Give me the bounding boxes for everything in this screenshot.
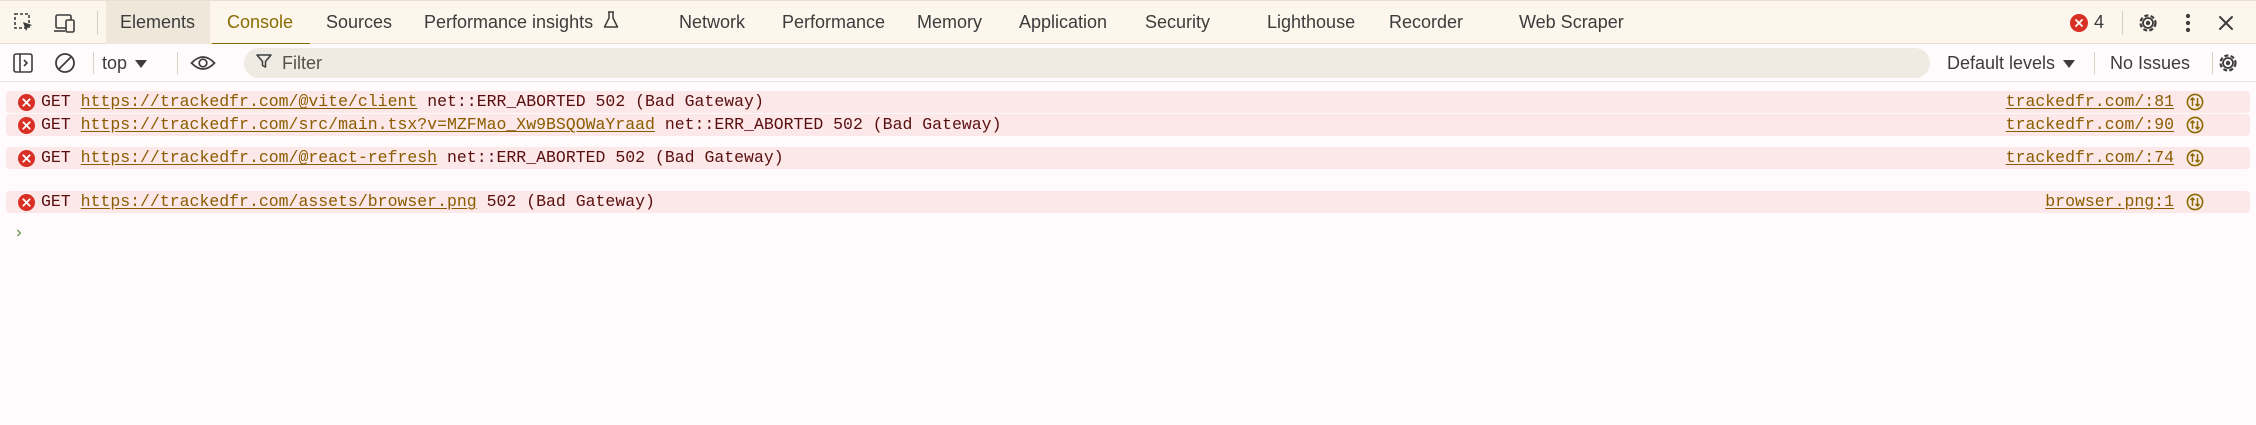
filter-box	[244, 48, 1930, 78]
network-request-icon[interactable]	[2186, 116, 2204, 139]
prompt-chevron-icon: ›	[14, 224, 24, 242]
close-icon[interactable]	[2212, 9, 2240, 37]
tab-label: Lighthouse	[1267, 12, 1356, 32]
request-method: GET	[41, 115, 71, 134]
console-error-message: GET https://trackedfr.com/@vite/client n…	[6, 91, 2250, 113]
request-method: GET	[41, 192, 71, 211]
dropdown-arrow-icon	[2063, 53, 2076, 74]
console-toolbar: top Default levels No Issues	[0, 44, 2256, 82]
tab-performance-insights[interactable]: Performance insights	[424, 1, 619, 44]
console-settings-gear-icon[interactable]	[2214, 49, 2242, 77]
tab-label: Performance insights	[424, 12, 594, 32]
tab-label: Sources	[326, 12, 393, 32]
request-method: GET	[41, 148, 71, 167]
tab-memory[interactable]: Memory	[917, 1, 982, 44]
issues-button[interactable]: No Issues	[2110, 44, 2190, 82]
console-error-message: GET https://trackedfr.com/assets/browser…	[6, 191, 2250, 213]
context-selector[interactable]: top	[102, 44, 148, 82]
tab-application[interactable]: Application	[1019, 1, 1107, 44]
error-circle-icon	[18, 117, 35, 139]
devtools-tabbar: Elements Console Sources Performance ins…	[0, 0, 2256, 45]
toolbar-divider	[93, 52, 94, 74]
filter-input[interactable]	[282, 52, 1882, 74]
tabbar-divider	[97, 11, 98, 35]
source-location-link[interactable]: browser.png:1	[2045, 192, 2174, 212]
network-request-icon[interactable]	[2186, 193, 2204, 216]
error-circle-icon	[18, 150, 35, 172]
tab-recorder[interactable]: Recorder	[1389, 1, 1463, 44]
tab-label: Security	[1145, 12, 1211, 32]
error-count-value: 4	[2094, 12, 2105, 32]
tab-label: Network	[679, 12, 746, 32]
tab-label: Memory	[917, 12, 983, 32]
tab-web-scraper[interactable]: Web Scraper	[1519, 1, 1624, 44]
issues-label: No Issues	[2110, 52, 2191, 73]
gear-icon[interactable]	[2134, 9, 2162, 37]
error-count-badge[interactable]: 4	[2070, 1, 2104, 44]
request-url-link[interactable]: https://trackedfr.com/@vite/client	[81, 92, 418, 111]
tab-lighthouse[interactable]: Lighthouse	[1267, 1, 1355, 44]
error-circle-icon	[18, 94, 35, 116]
source-location-link[interactable]: trackedfr.com/:74	[2006, 148, 2174, 168]
log-levels-dropdown[interactable]: Default levels	[1947, 44, 2076, 82]
error-circle-icon	[18, 194, 35, 216]
request-url-link[interactable]: https://trackedfr.com/assets/browser.png	[81, 192, 477, 211]
filter-funnel-icon	[256, 53, 272, 74]
tab-label: Elements	[120, 12, 196, 32]
network-request-icon[interactable]	[2186, 149, 2204, 172]
toolbar-divider	[2094, 52, 2095, 74]
toolbar-divider	[177, 52, 178, 74]
live-expression-eye-icon[interactable]	[189, 49, 217, 77]
error-circle-icon	[2070, 13, 2088, 32]
network-request-icon[interactable]	[2186, 93, 2204, 116]
source-location-link[interactable]: trackedfr.com/:81	[2006, 92, 2174, 112]
tab-label: Application	[1019, 12, 1108, 32]
tab-sources[interactable]: Sources	[326, 1, 392, 44]
source-location-link[interactable]: trackedfr.com/:90	[2006, 115, 2174, 135]
request-url-link[interactable]: https://trackedfr.com/src/main.tsx?v=MZF…	[81, 115, 655, 134]
device-toolbar-icon[interactable]	[51, 9, 79, 37]
request-url-link[interactable]: https://trackedfr.com/@react-refresh	[81, 148, 437, 167]
error-text: net::ERR_ABORTED 502 (Bad Gateway)	[447, 148, 784, 167]
error-text: net::ERR_ABORTED 502 (Bad Gateway)	[664, 115, 1002, 134]
tab-label: Web Scraper	[1519, 12, 1624, 32]
tabbar-divider	[2122, 11, 2123, 35]
log-levels-value: Default levels	[1947, 52, 2056, 73]
tab-network[interactable]: Network	[679, 1, 745, 44]
tab-label: Recorder	[1389, 12, 1464, 32]
console-prompt[interactable]: ›	[14, 224, 24, 242]
dropdown-arrow-icon	[135, 53, 148, 74]
tab-security[interactable]: Security	[1145, 1, 1210, 44]
request-method: GET	[41, 92, 71, 111]
error-text: 502 (Bad Gateway)	[486, 192, 655, 211]
toolbar-divider	[2212, 52, 2213, 74]
context-value: top	[102, 52, 128, 73]
tab-console[interactable]: Console	[212, 1, 310, 45]
tab-performance[interactable]: Performance	[782, 1, 885, 44]
error-text: net::ERR_ABORTED 502 (Bad Gateway)	[427, 92, 764, 111]
inspect-element-icon[interactable]	[10, 9, 38, 37]
sidebar-toggle-icon[interactable]	[9, 49, 37, 77]
console-error-message: GET https://trackedfr.com/@react-refresh…	[6, 147, 2250, 169]
tab-label: Console	[227, 12, 294, 32]
kebab-menu-icon[interactable]	[2174, 9, 2202, 37]
console-error-message: GET https://trackedfr.com/src/main.tsx?v…	[6, 114, 2250, 136]
clear-console-icon[interactable]	[51, 49, 79, 77]
tab-elements[interactable]: Elements	[106, 1, 210, 44]
experiment-flask-icon	[603, 11, 619, 34]
tab-label: Performance	[782, 12, 886, 32]
